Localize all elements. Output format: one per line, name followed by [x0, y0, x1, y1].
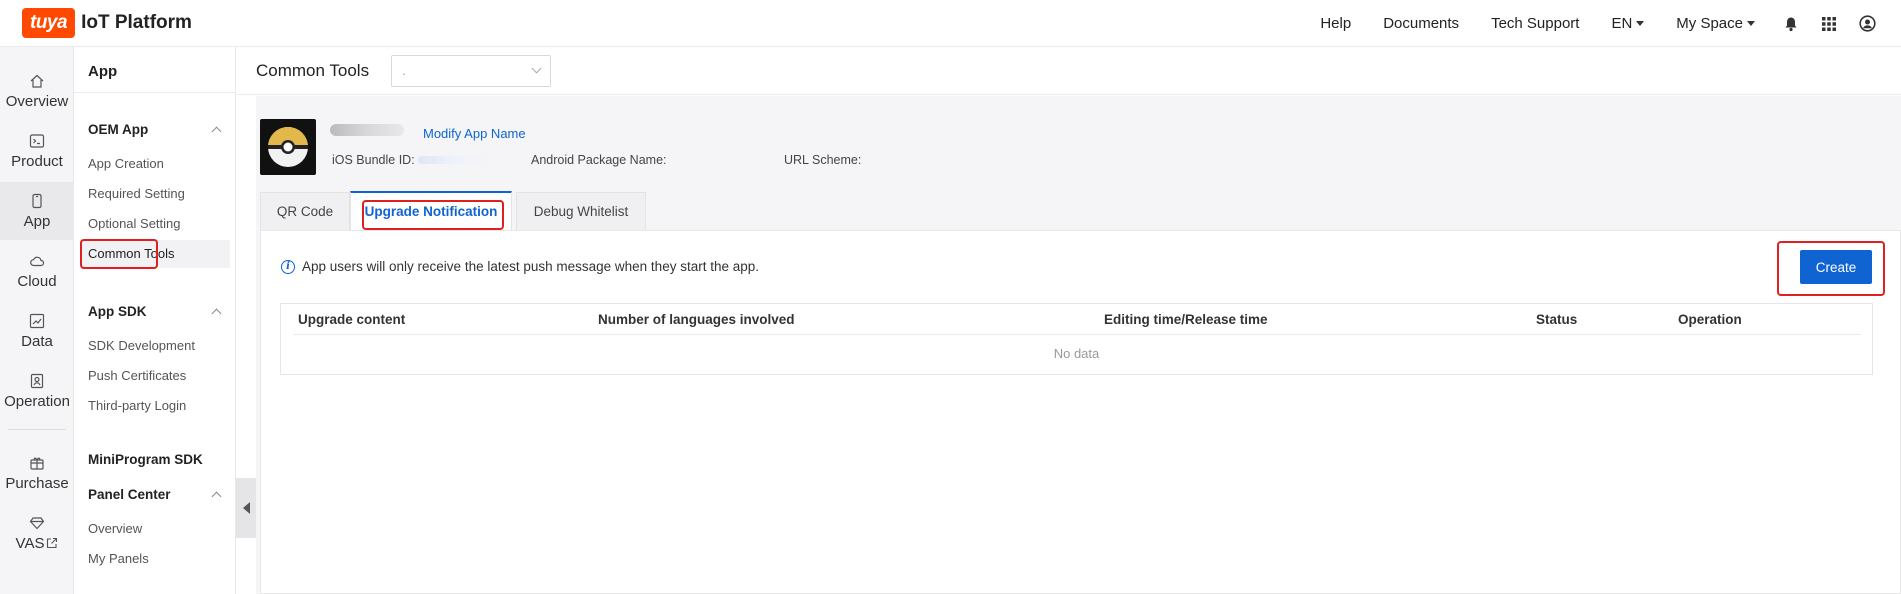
chevron-up-icon [211, 308, 222, 319]
app-icon [260, 119, 316, 175]
group-app-sdk[interactable]: App SDK [88, 304, 224, 319]
submenu-item-my-panels[interactable]: My Panels [88, 551, 149, 566]
app-select[interactable]: . [391, 54, 552, 87]
external-link-icon [47, 537, 58, 549]
diamond-icon [29, 516, 45, 529]
chevron-up-icon [211, 126, 222, 137]
submenu-title: App [88, 63, 118, 80]
space-label: My Space [1676, 15, 1743, 32]
caret-down-icon [1747, 21, 1755, 26]
chevron-up-icon [211, 491, 222, 502]
rail-label: Overview [5, 92, 69, 110]
top-bar: tuya IoT Platform Help Documents Tech Su… [0, 0, 1901, 47]
tab-panel [260, 230, 1901, 594]
rail-label: Operation [4, 392, 70, 410]
top-nav: Help Documents Tech Support EN My Space [1320, 0, 1901, 47]
rail-item-app[interactable]: App [0, 182, 74, 240]
notifications-table: Upgrade content Number of languages invo… [280, 303, 1873, 375]
brand-name: IoT Platform [81, 12, 192, 33]
rail-label: Purchase [5, 474, 69, 492]
phone-icon [32, 193, 42, 208]
home-icon [30, 74, 44, 88]
chevron-down-icon [531, 63, 542, 74]
rail-item-data[interactable]: Data [0, 302, 74, 360]
submenu-item-third-party-login[interactable]: Third-party Login [88, 398, 186, 413]
rail-label: Product [11, 152, 63, 170]
space-dropdown[interactable]: My Space [1676, 15, 1755, 32]
column-header: Editing time/Release time [1104, 312, 1268, 327]
apps-grid-icon[interactable] [1819, 14, 1839, 34]
rail-divider [8, 429, 66, 430]
ios-bundle-label: iOS Bundle ID: [332, 153, 415, 167]
language-dropdown[interactable]: EN [1611, 15, 1645, 32]
nav-documents[interactable]: Documents [1383, 15, 1459, 32]
empty-state: No data [1053, 346, 1100, 361]
group-title: MiniProgram SDK [88, 452, 203, 467]
info-icon: i [281, 259, 295, 274]
submenu-item-push-certificates[interactable]: Push Certificates [88, 368, 186, 383]
tab-debug-whitelist[interactable]: Debug Whitelist [516, 192, 646, 230]
triangle-left-icon [242, 502, 250, 514]
header-divider [293, 334, 1861, 335]
rail-item-product[interactable]: Product [0, 122, 74, 180]
nav-help[interactable]: Help [1320, 15, 1351, 32]
bell-icon[interactable] [1781, 14, 1801, 34]
rail-item-purchase[interactable]: Purchase [0, 444, 74, 502]
rail-label: Data [21, 332, 53, 350]
group-miniprogram-sdk[interactable]: MiniProgram SDK [88, 452, 224, 467]
badge-icon [30, 373, 44, 388]
group-title: OEM App [88, 122, 149, 137]
highlight-box [362, 200, 504, 230]
highlight-box [80, 239, 158, 269]
rail-item-cloud[interactable]: Cloud [0, 242, 74, 300]
icon-rail: Overview Product App Cloud Data Operatio… [0, 47, 74, 594]
cloud-icon [30, 256, 45, 266]
submenu-item-app-creation[interactable]: App Creation [88, 156, 164, 171]
rail-item-operation[interactable]: Operation [0, 362, 74, 420]
info-text: App users will only receive the latest p… [302, 259, 759, 274]
rail-label: App [23, 212, 51, 230]
column-header: Operation [1678, 312, 1742, 327]
column-header: Status [1536, 312, 1578, 327]
rail-item-vas[interactable]: VAS [0, 504, 74, 562]
rail-label: VAS [15, 534, 45, 552]
divider [74, 92, 236, 93]
language-label: EN [1611, 15, 1633, 32]
ios-bundle-redacted [418, 156, 490, 164]
url-scheme-label: URL Scheme: [784, 153, 862, 167]
sidebar-collapse-handle[interactable] [236, 478, 256, 538]
column-header: Number of languages involved [598, 312, 795, 327]
highlight-box [1777, 241, 1885, 296]
submenu-item-panel-overview[interactable]: Overview [88, 521, 142, 536]
terminal-icon [29, 133, 45, 148]
app-select-value: . [402, 63, 406, 78]
rail-item-overview[interactable]: Overview [0, 62, 74, 120]
content-header: Common Tools . [236, 47, 1901, 95]
column-header: Upgrade content [298, 312, 406, 327]
submenu-item-required-setting[interactable]: Required Setting [88, 186, 185, 201]
modify-app-name-link[interactable]: Modify App Name [423, 126, 526, 141]
gift-icon [30, 457, 44, 470]
submenu-item-optional-setting[interactable]: Optional Setting [88, 216, 181, 231]
submenu-item-sdk-development[interactable]: SDK Development [88, 338, 195, 353]
page-title: Common Tools [256, 60, 370, 80]
group-panel-center[interactable]: Panel Center [88, 487, 224, 502]
tuya-logo[interactable]: tuya [22, 8, 76, 38]
nav-tech-support[interactable]: Tech Support [1491, 15, 1579, 32]
caret-down-icon [1636, 21, 1645, 26]
tab-qr-code[interactable]: QR Code [260, 192, 350, 230]
group-oem-app[interactable]: OEM App [88, 122, 224, 137]
group-title: Panel Center [88, 487, 171, 502]
group-title: App SDK [88, 304, 147, 319]
chart-icon [29, 313, 45, 328]
user-avatar-icon[interactable] [1857, 14, 1877, 34]
app-name-redacted [330, 124, 404, 136]
rail-label: Cloud [17, 272, 57, 290]
info-message: i App users will only receive the latest… [281, 259, 759, 274]
sub-menu: App OEM App App Creation Required Settin… [74, 47, 236, 594]
android-package-label: Android Package Name: [531, 153, 667, 167]
